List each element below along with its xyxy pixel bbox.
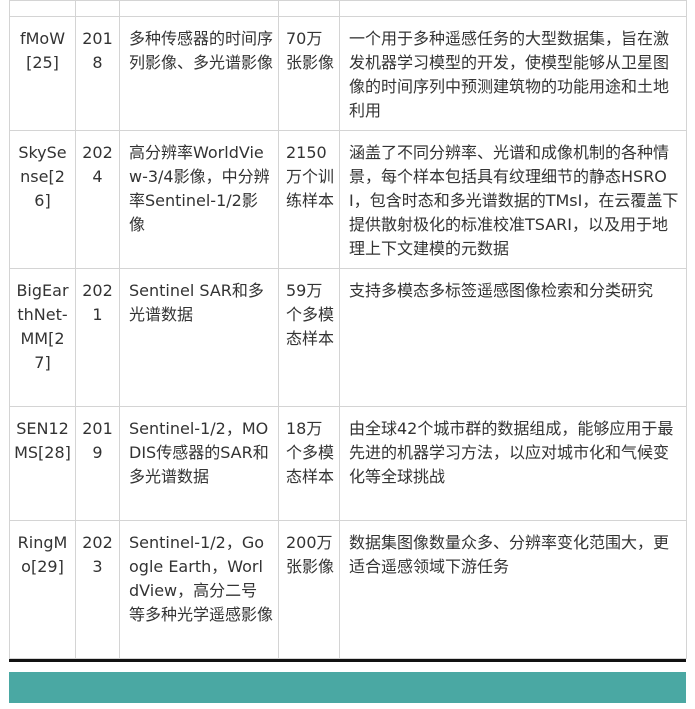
dataset-name: fMoW[25] — [19, 29, 66, 72]
dataset-desc-cell: 一个用于多种遥感任务的大型数据集，旨在激发机器学习模型的开发，使模型能够从卫星图… — [339, 16, 687, 131]
table-cell — [75, 0, 120, 17]
dataset-desc-cell: 涵盖了不同分辨率、光谱和成像机制的各种情景，每个样本包括具有纹理细节的静态HSR… — [339, 130, 687, 269]
dataset-name-cell: SkySense[26] — [9, 130, 76, 269]
dataset-year-cell: 2024 — [75, 130, 120, 269]
dataset-year-cell: 2019 — [75, 406, 120, 521]
table-bottom-rule — [9, 659, 686, 662]
dataset-table: fMoW[25] 2018 多种传感器的时间序列影像、多光谱影像 70万张影像 … — [9, 0, 687, 659]
dataset-name-cell: fMoW[25] — [9, 16, 76, 131]
dataset-desc-cell: 由全球42个城市群的数据组成，能够应用于最先进的机器学习方法，以应对城市化和气候… — [339, 406, 687, 521]
table-cell — [9, 0, 76, 17]
dataset-year-cell: 2021 — [75, 268, 120, 407]
dataset-data-cell: Sentinel-1/2，MODIS传感器的SAR和多光谱数据 — [119, 406, 279, 521]
dataset-data-cell: Sentinel-1/2，Google Earth，WorldView，高分二号… — [119, 520, 279, 659]
dataset-data-cell: Sentinel SAR和多光谱数据 — [119, 268, 279, 407]
table-row: BigEarthNet-MM[27] 2021 Sentinel SAR和多光谱… — [9, 268, 687, 407]
dataset-year: 2023 — [82, 533, 113, 576]
section-footer-bar — [9, 672, 686, 703]
dataset-data: Sentinel SAR和多光谱数据 — [129, 281, 264, 324]
dataset-name-cell: SEN12MS[28] — [9, 406, 76, 521]
dataset-data: 多种传感器的时间序列影像、多光谱影像 — [129, 29, 274, 72]
dataset-description: 一个用于多种遥感任务的大型数据集，旨在激发机器学习模型的开发，使模型能够从卫星图… — [349, 29, 670, 120]
dataset-count-cell: 70万张影像 — [278, 16, 340, 131]
dataset-data: Sentinel-1/2，Google Earth，WorldView，高分二号… — [129, 533, 274, 624]
dataset-data-cell: 高分辨率WorldView-3/4影像，中分辨率Sentinel-1/2影像 — [119, 130, 279, 269]
dataset-count-cell: 59万个多模态样本 — [278, 268, 340, 407]
dataset-count: 2150万个训练样本 — [286, 143, 335, 210]
table-cell — [119, 0, 279, 17]
dataset-name: BigEarthNet-MM[27] — [16, 281, 69, 372]
table-row: SkySense[26] 2024 高分辨率WorldView-3/4影像，中分… — [9, 130, 687, 269]
dataset-year: 2019 — [82, 419, 113, 462]
dataset-data: 高分辨率WorldView-3/4影像，中分辨率Sentinel-1/2影像 — [129, 143, 270, 234]
dataset-name: SEN12MS[28] — [14, 419, 71, 462]
dataset-count-cell: 200万张影像 — [278, 520, 340, 659]
dataset-description: 由全球42个城市群的数据组成，能够应用于最先进的机器学习方法，以应对城市化和气候… — [349, 419, 674, 486]
dataset-name: SkySense[26] — [18, 143, 67, 210]
dataset-desc-cell: 数据集图像数量众多、分辨率变化范围大，更适合遥感领域下游任务 — [339, 520, 687, 659]
dataset-count: 70万张影像 — [286, 29, 335, 72]
table-row: RingMo[29] 2023 Sentinel-1/2，Google Eart… — [9, 520, 687, 659]
table-row: SEN12MS[28] 2019 Sentinel-1/2，MODIS传感器的S… — [9, 406, 687, 521]
table-row: fMoW[25] 2018 多种传感器的时间序列影像、多光谱影像 70万张影像 … — [9, 16, 687, 131]
dataset-description: 涵盖了不同分辨率、光谱和成像机制的各种情景，每个样本包括具有纹理细节的静态HSR… — [349, 143, 679, 258]
dataset-description: 支持多模态多标签遥感图像检索和分类研究 — [349, 281, 654, 300]
table-row-stub — [9, 0, 687, 17]
dataset-table-container: fMoW[25] 2018 多种传感器的时间序列影像、多光谱影像 70万张影像 … — [9, 0, 687, 659]
table-cell — [278, 0, 340, 17]
dataset-count-cell: 2150万个训练样本 — [278, 130, 340, 269]
dataset-count: 59万个多模态样本 — [286, 281, 335, 348]
dataset-count-cell: 18万个多模态样本 — [278, 406, 340, 521]
dataset-description: 数据集图像数量众多、分辨率变化范围大，更适合遥感领域下游任务 — [349, 533, 670, 576]
dataset-year-cell: 2018 — [75, 16, 120, 131]
dataset-data: Sentinel-1/2，MODIS传感器的SAR和多光谱数据 — [129, 419, 269, 486]
table-cell — [339, 0, 687, 17]
dataset-year: 2021 — [82, 281, 113, 324]
dataset-count: 200万张影像 — [286, 533, 335, 576]
dataset-name-cell: BigEarthNet-MM[27] — [9, 268, 76, 407]
dataset-year-cell: 2023 — [75, 520, 120, 659]
dataset-count: 18万个多模态样本 — [286, 419, 335, 486]
dataset-name: RingMo[29] — [17, 533, 68, 576]
dataset-year: 2018 — [82, 29, 113, 72]
dataset-name-cell: RingMo[29] — [9, 520, 76, 659]
dataset-year: 2024 — [82, 143, 113, 186]
dataset-desc-cell: 支持多模态多标签遥感图像检索和分类研究 — [339, 268, 687, 407]
dataset-data-cell: 多种传感器的时间序列影像、多光谱影像 — [119, 16, 279, 131]
